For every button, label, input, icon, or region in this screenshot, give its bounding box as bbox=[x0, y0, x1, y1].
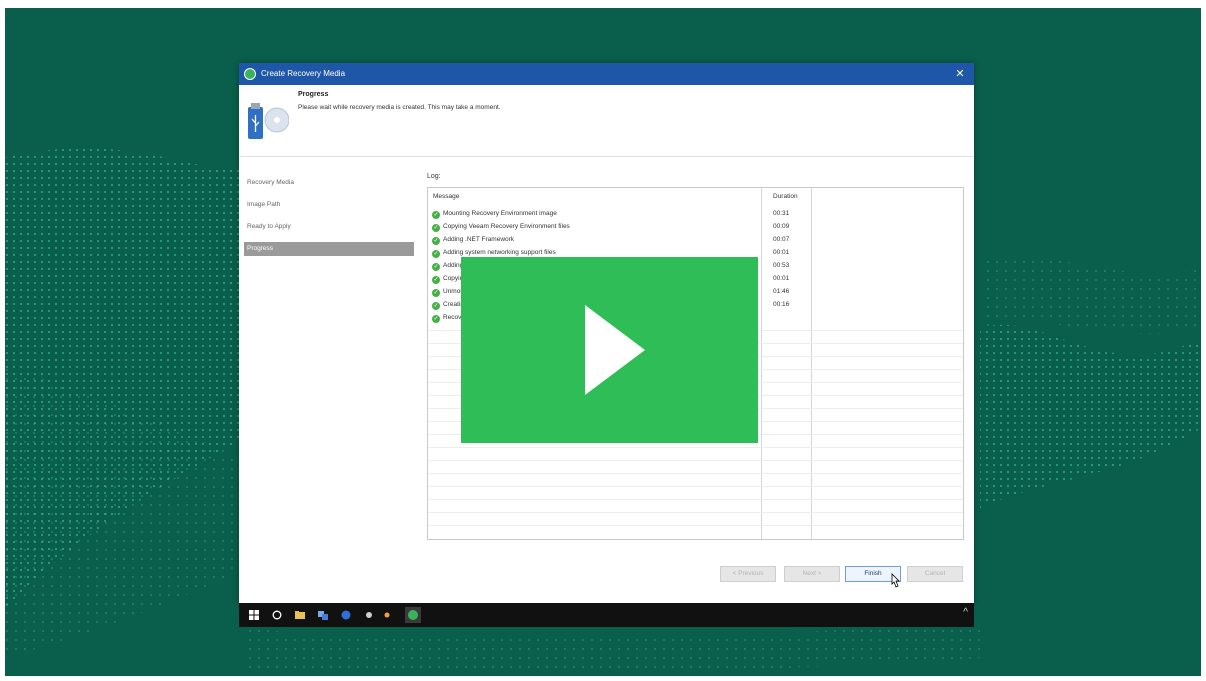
success-check-icon: ✓ bbox=[432, 211, 440, 219]
window-titlebar: Create Recovery Media ✕ bbox=[239, 63, 974, 85]
wizard-steps-sidebar: Recovery Media Image Path Ready to Apply… bbox=[239, 158, 419, 603]
row-divider bbox=[428, 486, 963, 487]
log-duration: 00:31 bbox=[773, 210, 790, 217]
column-header-message[interactable]: Message bbox=[433, 193, 459, 200]
row-divider bbox=[428, 499, 963, 500]
file-explorer-icon[interactable] bbox=[295, 610, 305, 620]
sidebar-item-ready-to-apply[interactable]: Ready to Apply bbox=[244, 220, 414, 234]
wizard-header: Progress Please wait while recovery medi… bbox=[239, 85, 974, 157]
previous-button[interactable]: < Previous bbox=[720, 566, 776, 582]
windows-start-icon[interactable] bbox=[249, 610, 259, 620]
log-row: ✓ Copying Veeam Recovery Environment fil… bbox=[432, 223, 952, 234]
log-message: Adding .NET Framework bbox=[443, 236, 515, 243]
log-duration: 00:53 bbox=[773, 262, 790, 269]
row-divider bbox=[428, 473, 963, 474]
task-view-icon[interactable] bbox=[318, 610, 328, 620]
row-divider bbox=[428, 447, 963, 448]
success-check-icon: ✓ bbox=[432, 224, 440, 232]
log-duration: 00:01 bbox=[773, 249, 790, 256]
veeam-agent-icon[interactable] bbox=[405, 607, 421, 623]
sidebar-item-image-path[interactable]: Image Path bbox=[244, 198, 414, 212]
wizard-step-description: Please wait while recovery media is crea… bbox=[298, 104, 501, 111]
success-check-icon: ✓ bbox=[432, 250, 440, 258]
log-message: Copying Veeam Recovery Environment files bbox=[443, 223, 570, 230]
wizard-step-title: Progress bbox=[298, 91, 329, 98]
usb-drive-icon bbox=[248, 103, 289, 139]
wizard-footer: < Previous Next > Finish Cancel bbox=[239, 553, 974, 603]
log-duration: 00:07 bbox=[773, 236, 790, 243]
play-icon bbox=[585, 305, 645, 395]
mouse-cursor-icon bbox=[891, 573, 900, 588]
row-divider bbox=[428, 512, 963, 513]
success-check-icon: ✓ bbox=[432, 289, 440, 297]
log-duration: 00:16 bbox=[773, 301, 790, 308]
row-divider bbox=[428, 525, 963, 526]
success-check-icon: ✓ bbox=[432, 315, 440, 323]
log-message: Adding system networking support files bbox=[443, 249, 556, 256]
cortana-search-icon[interactable] bbox=[272, 610, 282, 620]
log-row: ✓ Adding .NET Framework 00:07 bbox=[432, 236, 952, 247]
success-check-icon: ✓ bbox=[432, 302, 440, 310]
app-icon-generic[interactable] bbox=[364, 610, 374, 620]
sidebar-item-progress[interactable]: Progress bbox=[244, 242, 414, 256]
edge-browser-icon[interactable] bbox=[341, 610, 351, 620]
windows-taskbar: ^ bbox=[239, 603, 974, 627]
cancel-button[interactable]: Cancel bbox=[907, 566, 963, 582]
app-icon-dot[interactable] bbox=[382, 610, 392, 620]
row-divider bbox=[428, 460, 963, 461]
sidebar-item-recovery-media[interactable]: Recovery Media bbox=[244, 176, 414, 190]
window-title: Create Recovery Media bbox=[261, 69, 346, 78]
video-play-button[interactable] bbox=[461, 257, 758, 443]
app-icon bbox=[244, 68, 256, 80]
log-row: ✓ Mounting Recovery Environment image 00… bbox=[432, 210, 952, 221]
log-message: Mounting Recovery Environment image bbox=[443, 210, 557, 217]
success-check-icon: ✓ bbox=[432, 263, 440, 271]
next-button[interactable]: Next > bbox=[784, 566, 840, 582]
close-button[interactable]: ✕ bbox=[946, 63, 974, 85]
success-check-icon: ✓ bbox=[432, 276, 440, 284]
log-duration: 00:01 bbox=[773, 275, 790, 282]
log-label: Log: bbox=[427, 173, 441, 180]
success-check-icon: ✓ bbox=[432, 237, 440, 245]
log-duration: 00:09 bbox=[773, 223, 790, 230]
show-hidden-icons-chevron[interactable]: ^ bbox=[963, 607, 968, 618]
column-header-duration[interactable]: Duration bbox=[773, 193, 798, 200]
log-duration: 01:46 bbox=[773, 288, 790, 295]
